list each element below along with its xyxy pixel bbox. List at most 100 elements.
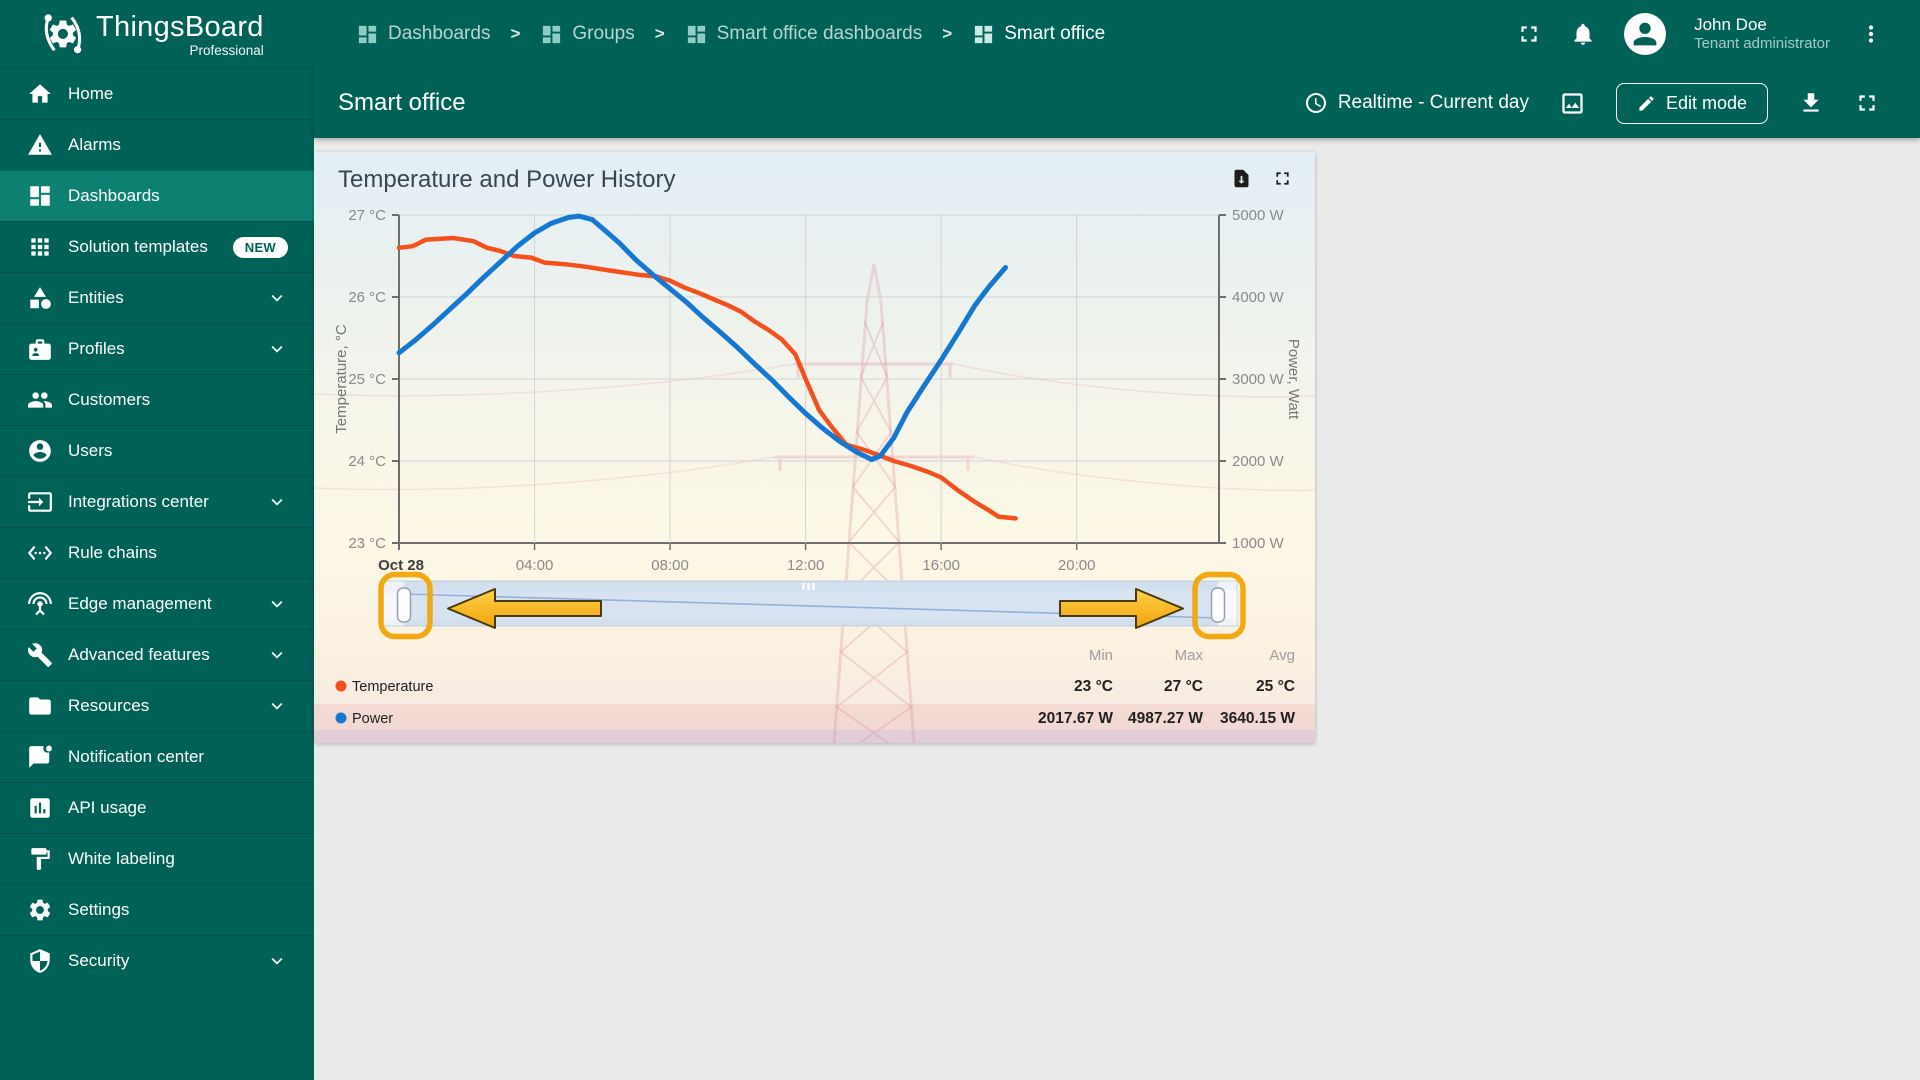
legend-value: 3640.15 W (1220, 710, 1295, 727)
bell-icon[interactable] (1570, 21, 1596, 47)
dashboard-toolbar: Smart office Realtime - Current day Edit… (314, 68, 1920, 138)
edit-mode-button[interactable]: Edit mode (1616, 83, 1768, 124)
datazoom-grip-icon[interactable] (802, 583, 804, 590)
dashboard-icon (972, 23, 995, 46)
sidebar-item-label: Customers (68, 390, 150, 410)
temperature-legend-dot (336, 681, 347, 692)
sidebar-item-label: Rule chains (68, 543, 157, 563)
temperature-series-line (399, 238, 1016, 518)
datazoom-left-handle[interactable] (398, 588, 411, 622)
breadcrumb-item-groups[interactable]: Groups (540, 23, 634, 46)
legend-value: 25 °C (1256, 678, 1295, 695)
rule-chains-icon (27, 540, 53, 566)
time-axis-tick: 04:00 (516, 557, 554, 574)
kebab-menu-icon[interactable] (1858, 21, 1884, 47)
sidebar-item-edge-management[interactable]: Edge management (0, 578, 314, 629)
legend-series-name: Power (352, 711, 393, 727)
power-axis-title: Power, Watt (1285, 339, 1302, 420)
sidebar-item-white-labeling[interactable]: White labeling (0, 833, 314, 884)
toolbar-actions: Realtime - Current day Edit mode (1304, 83, 1880, 124)
download-icon[interactable] (1798, 90, 1824, 116)
sidebar-item-resources[interactable]: Resources (0, 680, 314, 731)
sidebar-item-settings[interactable]: Settings (0, 884, 314, 935)
sidebar-item-label: Advanced features (68, 645, 210, 665)
sidebar-item-label: Dashboards (68, 186, 160, 206)
user-name: John Doe (1694, 14, 1830, 35)
axis-labels: 27 °C26 °C25 °C24 °C23 °C5000 W4000 W300… (333, 207, 1302, 574)
datazoom-right-handle[interactable] (1212, 588, 1225, 622)
timewindow-label: Realtime - Current day (1338, 92, 1529, 114)
customers-icon (27, 387, 53, 413)
time-axis-date-label: Oct 28 (378, 557, 424, 574)
dashboards-icon (27, 183, 53, 209)
sidebar-item-label: Users (68, 441, 112, 461)
sidebar-item-customers[interactable]: Customers (0, 374, 314, 425)
power-axis-tick: 5000 W (1232, 207, 1285, 224)
sidebar-item-advanced-features[interactable]: Advanced features (0, 629, 314, 680)
chevron-down-icon (266, 593, 288, 615)
legend-header: Min (1089, 647, 1113, 664)
sidebar-item-dashboards[interactable]: Dashboards (0, 170, 314, 221)
power-axis-tick: 4000 W (1232, 289, 1285, 306)
sidebar-item-api-usage[interactable]: API usage (0, 782, 314, 833)
sidebar-item-solution-templates[interactable]: Solution templatesNEW (0, 221, 314, 272)
sidebar-item-label: Edge management (68, 594, 212, 614)
settings-icon (27, 897, 53, 923)
sidebar-item-rule-chains[interactable]: Rule chains (0, 527, 314, 578)
chevron-down-icon (266, 491, 288, 513)
sidebar-item-label: Resources (68, 696, 149, 716)
datazoom-grip-icon[interactable] (807, 583, 809, 590)
sidebar-item-label: Home (68, 84, 113, 104)
avatar[interactable] (1624, 13, 1666, 55)
sidebar-item-label: Security (68, 951, 129, 971)
breadcrumb-label: Dashboards (388, 23, 490, 45)
sidebar-item-integrations-center[interactable]: Integrations center (0, 476, 314, 527)
sidebar-item-entities[interactable]: Entities (0, 272, 314, 323)
dashboard-icon (540, 23, 563, 46)
background-photo-silhouette (314, 264, 1315, 743)
sidebar-item-home[interactable]: Home (0, 68, 314, 119)
integrations-icon (27, 489, 53, 515)
chevron-down-icon (266, 338, 288, 360)
widget-actions (1231, 168, 1293, 189)
alarm-triangle-icon (27, 132, 53, 158)
apps-icon (27, 234, 53, 260)
white-labeling-icon (27, 846, 53, 872)
breadcrumb-item-smart-office-dashboards[interactable]: Smart office dashboards (685, 23, 923, 46)
breadcrumb-separator: > (942, 24, 952, 44)
temperature-power-chart: 27 °C26 °C25 °C24 °C23 °C5000 W4000 W300… (314, 152, 1315, 743)
fullscreen-icon[interactable] (1272, 168, 1293, 189)
legend-series-name: Temperature (352, 679, 433, 695)
app-logo[interactable]: ThingsBoard Professional (0, 0, 314, 68)
sidebar-item-alarms[interactable]: Alarms (0, 119, 314, 170)
sidebar-item-notification-center[interactable]: Notification center (0, 731, 314, 782)
chevron-down-icon (266, 950, 288, 972)
legend-value: 2017.67 W (1038, 710, 1113, 727)
breadcrumb-item-dashboards[interactable]: Dashboards (356, 23, 490, 46)
sidebar-item-users[interactable]: Users (0, 425, 314, 476)
breadcrumb-label: Smart office dashboards (717, 23, 923, 45)
power-legend-dot (336, 713, 347, 724)
breadcrumb-item-smart-office[interactable]: Smart office (972, 23, 1105, 46)
top-header: Dashboards>Groups>Smart office dashboard… (314, 0, 1920, 68)
app-root: ThingsBoard Professional Home Alarms Dashb… (0, 0, 1920, 1080)
export-file-icon[interactable] (1231, 168, 1252, 189)
sidebar-item-label: Alarms (68, 135, 121, 155)
edit-mode-label: Edit mode (1666, 93, 1747, 114)
legend-header: Avg (1269, 647, 1295, 664)
sidebar-item-label: Settings (68, 900, 129, 920)
chevron-down-icon (266, 695, 288, 717)
sidebar-item-security[interactable]: Security (0, 935, 314, 986)
user-menu[interactable]: John Doe Tenant administrator (1694, 14, 1830, 54)
legend-value: 4987.27 W (1128, 710, 1203, 727)
fullscreen-icon[interactable] (1854, 90, 1880, 116)
datazoom-grip-icon[interactable] (812, 583, 814, 590)
sidebar-item-profiles[interactable]: Profiles (0, 323, 314, 374)
power-series-line (399, 216, 1006, 459)
image-icon[interactable] (1559, 90, 1586, 117)
breadcrumb-label: Smart office (1004, 23, 1105, 45)
page-title: Smart office (338, 89, 466, 117)
timewindow-button[interactable]: Realtime - Current day (1304, 91, 1529, 115)
temp-axis-tick: 26 °C (348, 289, 386, 306)
fullscreen-icon[interactable] (1516, 21, 1542, 47)
